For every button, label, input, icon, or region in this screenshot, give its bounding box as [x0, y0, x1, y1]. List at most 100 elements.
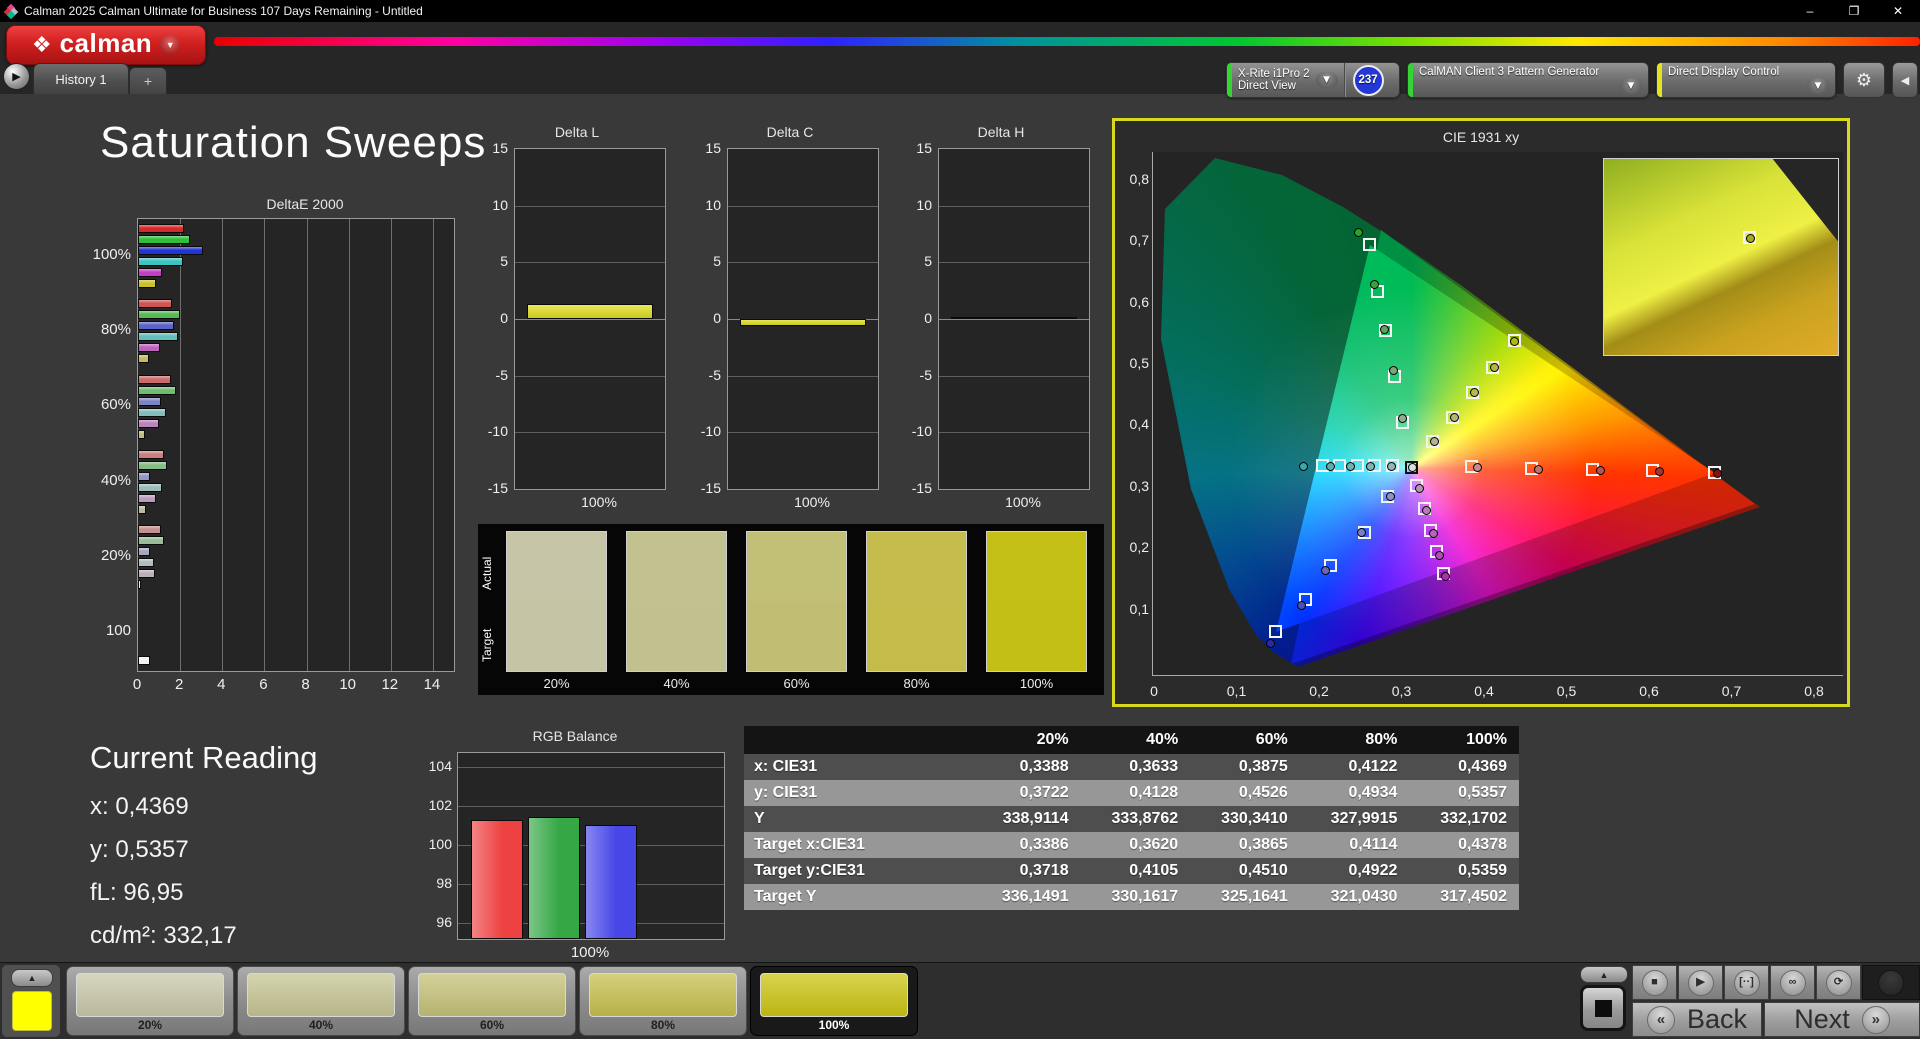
single-measure-button[interactable]: [··] — [1724, 965, 1769, 1000]
toolbar-collapse-button[interactable]: ◀ — [1892, 62, 1918, 98]
column-header: 80% — [1300, 726, 1410, 754]
axis-tick-label: -10 — [675, 423, 721, 439]
axis-tick-label: 60% — [85, 396, 131, 413]
axis-tick-label: 15 — [675, 140, 721, 156]
play-button[interactable]: ▶ — [1678, 965, 1723, 1000]
table-cell: 0,4934 — [1300, 780, 1410, 806]
pattern-button-20%[interactable]: 20% — [66, 966, 234, 1036]
current-color-swatch[interactable] — [12, 991, 52, 1031]
refresh-button[interactable]: ⟳ — [1816, 965, 1861, 1000]
axis-tick-label: 0,7 — [1119, 232, 1149, 248]
axis-tick-label: -5 — [886, 367, 932, 383]
chevron-down-icon: ▼ — [1807, 78, 1829, 94]
axis-tick-label: 0,6 — [1119, 294, 1149, 310]
gridline — [515, 432, 665, 433]
row-label: x: CIE31 — [744, 754, 971, 780]
divider — [1344, 63, 1345, 97]
close-button[interactable]: ✕ — [1876, 0, 1920, 22]
gridline — [180, 219, 181, 671]
table-cell: 0,5359 — [1409, 858, 1519, 884]
calman-menu-button[interactable]: ❖ calman ▼ — [6, 25, 206, 65]
pattern-button-60%[interactable]: 60% — [408, 966, 576, 1036]
de-bar — [138, 397, 161, 406]
axis-tick-label: 0,8 — [1796, 683, 1832, 699]
gridline — [515, 319, 665, 320]
axis-tick-label: -10 — [462, 423, 508, 439]
pattern-button-100%[interactable]: 100% — [750, 966, 918, 1036]
pattern-label: 60% — [409, 1018, 575, 1032]
meter-count-badge[interactable]: 237 — [1353, 65, 1384, 96]
pattern-swatch — [589, 973, 737, 1017]
axis-tick-label: 0,7 — [1714, 683, 1750, 699]
cie-target-square — [1363, 238, 1376, 251]
gridline — [515, 376, 665, 377]
pattern-button-40%[interactable]: 40% — [237, 966, 405, 1036]
axis-tick-label: 102 — [406, 797, 452, 813]
cie-plot-area: 00,10,20,30,40,50,60,70,80,10,20,30,40,5… — [1152, 152, 1843, 676]
de-bar — [138, 494, 156, 503]
collapse-up-button-right[interactable]: ▲ — [1580, 966, 1628, 983]
blackout-pattern-button[interactable] — [1580, 985, 1626, 1031]
axis-tick-label: 5 — [462, 253, 508, 269]
de-bar — [138, 419, 159, 428]
axis-tick-label: 104 — [406, 758, 452, 774]
axis-tick-label: -10 — [886, 423, 932, 439]
stop-button[interactable]: ■ — [1632, 965, 1677, 1000]
axis-tick-label: 100 — [406, 836, 452, 852]
collapse-up-button[interactable]: ▲ — [11, 969, 53, 987]
minimize-button[interactable]: – — [1788, 0, 1832, 22]
pattern-generator-name: CalMAN Client 3 Pattern Generator — [1419, 66, 1599, 78]
pattern-label: 100% — [751, 1018, 917, 1032]
calman-diamond-icon: ❖ — [32, 34, 52, 56]
cie-measured-point — [1408, 463, 1417, 472]
chart-title: Delta C — [697, 124, 883, 140]
gridline — [728, 262, 878, 263]
back-button[interactable]: « Back — [1632, 1002, 1762, 1037]
table-cell: 0,4526 — [1190, 780, 1300, 806]
continuous-measure-button[interactable]: ∞ — [1770, 965, 1815, 1000]
add-tab-button[interactable]: + — [129, 67, 167, 94]
tab-scroll-button[interactable]: ▶ — [3, 63, 30, 90]
axis-tick-label: 0,1 — [1219, 683, 1255, 699]
de-bar — [138, 558, 154, 567]
table-cell: 0,3718 — [971, 858, 1081, 884]
gridline — [391, 219, 392, 671]
gear-icon: ⚙ — [1856, 70, 1872, 91]
axis-tick-label: 5 — [675, 253, 721, 269]
app-icon — [5, 5, 18, 18]
chevron-down-icon: ▼ — [1620, 78, 1642, 94]
axis-tick-label: 8 — [288, 676, 324, 693]
de-bar — [138, 569, 155, 578]
gridline — [939, 432, 1089, 433]
table-cell: 317,4502 — [1409, 884, 1519, 910]
pattern-button-80%[interactable]: 80% — [579, 966, 747, 1036]
cie-1931-panel[interactable]: CIE 1931 xy 00,10,20,30,40,50,60,70,80,1… — [1112, 118, 1850, 707]
axis-tick-label: 0,5 — [1549, 683, 1585, 699]
next-button[interactable]: Next » — [1764, 1002, 1920, 1037]
tab-history-1[interactable]: History 1 — [33, 63, 129, 94]
table-cell: 0,4922 — [1300, 858, 1410, 884]
row-label: y: CIE31 — [744, 780, 971, 806]
axis-tick-label: 0,3 — [1119, 478, 1149, 494]
record-dark-button[interactable] — [1862, 965, 1920, 1000]
chevron-left-icon: « — [1647, 1006, 1675, 1034]
restore-button[interactable]: ❐ — [1832, 0, 1876, 22]
pattern-swatch — [760, 973, 908, 1017]
table-cell: 0,3722 — [971, 780, 1081, 806]
axis-tick-label: 0,4 — [1119, 416, 1149, 432]
pattern-generator-dropdown[interactable]: CalMAN Client 3 Pattern Generator ▼ — [1407, 62, 1649, 98]
row-label: Target y:CIE31 — [744, 858, 971, 884]
cie-measured-point — [1713, 469, 1722, 478]
axis-tick-label: 10 — [330, 676, 366, 693]
de-bar — [138, 656, 150, 665]
mini-plot-area — [938, 148, 1090, 490]
axis-tick-label: 0,1 — [1119, 601, 1149, 617]
pattern-label: 20% — [67, 1018, 233, 1032]
mini-plot-area — [514, 148, 666, 490]
display-control-dropdown[interactable]: Direct Display Control ▼ — [1656, 62, 1836, 98]
delta-e-plot-area — [137, 218, 455, 672]
meter-dropdown[interactable]: X-Rite i1Pro 2 Direct View ▼ 237 — [1226, 62, 1400, 98]
settings-gear-button[interactable]: ⚙ — [1843, 62, 1885, 98]
de-bar — [138, 472, 150, 481]
axis-tick-label: -15 — [886, 480, 932, 496]
